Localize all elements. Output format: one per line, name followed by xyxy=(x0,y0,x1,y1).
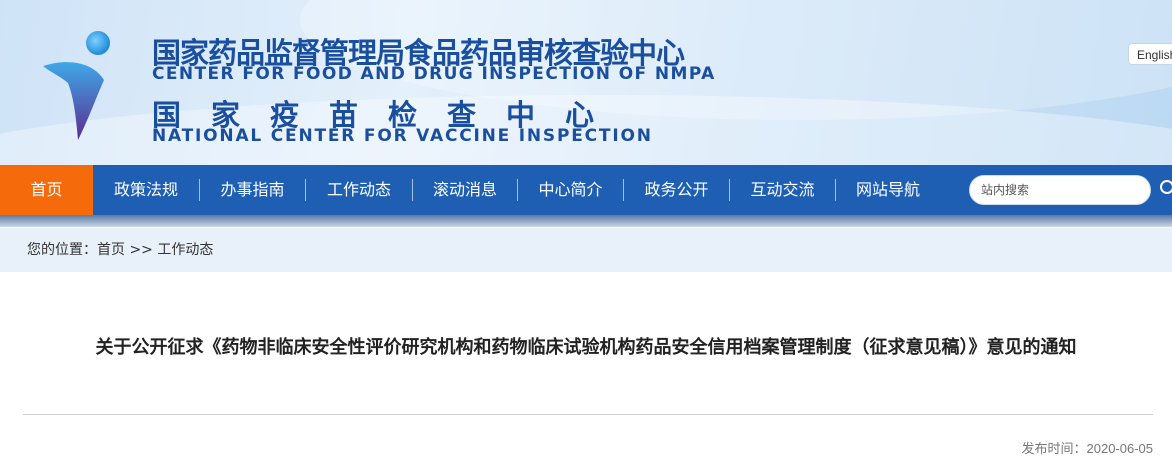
site-header: 国家药品监督管理局食品药品审核查验中心 CENTER FOR FOOD AND … xyxy=(0,0,1172,165)
breadcrumb-prefix: 您的位置： xyxy=(27,242,97,258)
publish-date-value: 2020-06-05 xyxy=(1086,441,1154,456)
publish-date: 发布时间：2020-06-05 xyxy=(1021,438,1153,457)
nav-item-government-affairs[interactable]: 政务公开 xyxy=(624,165,729,215)
site-logo-icon[interactable] xyxy=(38,28,118,143)
breadcrumb-current[interactable]: 工作动态 xyxy=(157,242,213,258)
site-title-en: CENTER FOR FOOD AND DRUG INSPECTION OF N… xyxy=(152,64,716,84)
nav-item-about[interactable]: 中心简介 xyxy=(518,165,623,215)
publish-label: 发布时间： xyxy=(1021,441,1087,456)
nav-item-guide[interactable]: 办事指南 xyxy=(200,165,305,215)
nav-item-work-news[interactable]: 工作动态 xyxy=(306,165,412,215)
nav-item-site-map[interactable]: 网站导航 xyxy=(836,165,940,215)
search-icon[interactable] xyxy=(1160,180,1172,194)
nav-item-rolling-news[interactable]: 滚动消息 xyxy=(413,165,517,215)
breadcrumb: 您的位置：首页 >> 工作动态 xyxy=(27,228,213,272)
nav-shadow xyxy=(0,215,1172,227)
nav-item-policy[interactable]: 政策法规 xyxy=(93,165,199,215)
site-subtitle-en: NATIONAL CENTER FOR VACCINE INSPECTION xyxy=(152,126,653,146)
article-title: 关于公开征求《药物非临床安全性评价研究机构和药物临床试验机构药品安全信用档案管理… xyxy=(95,337,1077,358)
nav-item-home[interactable]: 首页 xyxy=(0,165,93,215)
site-search-input[interactable]: 站内搜索 xyxy=(969,175,1151,205)
nav-item-interaction[interactable]: 互动交流 xyxy=(730,165,835,215)
title-divider xyxy=(23,414,1153,415)
breadcrumb-separator: >> xyxy=(125,242,158,258)
breadcrumb-home-link[interactable]: 首页 xyxy=(97,242,125,258)
english-language-button[interactable]: English xyxy=(1128,43,1172,65)
